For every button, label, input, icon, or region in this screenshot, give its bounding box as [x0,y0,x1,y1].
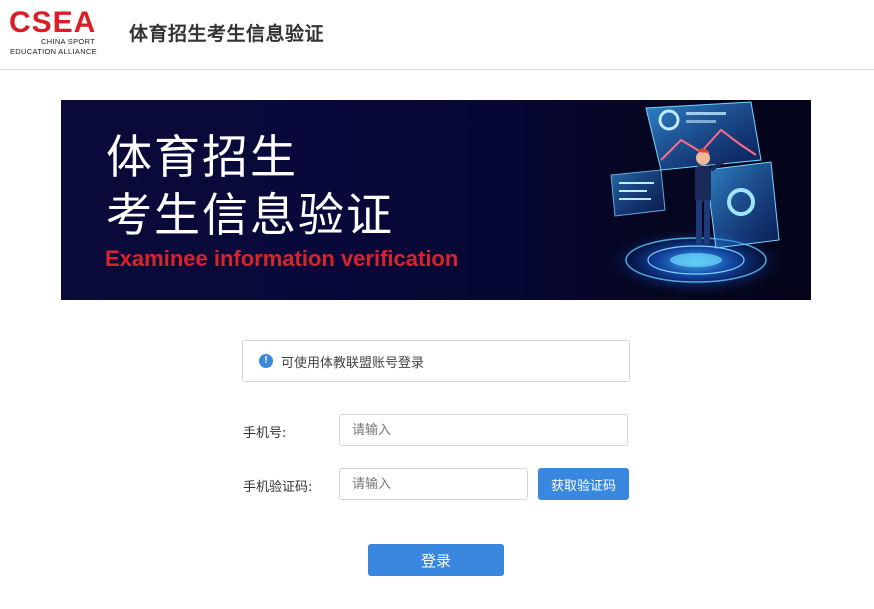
phone-label: 手机号: [243,426,287,441]
banner-title-line1: 体育招生 [106,130,298,184]
page-title: 体育招生考生信息验证 [129,23,325,45]
csea-logo: CSEA CHINA SPORT EDUCATION ALLIANCE [9,8,101,58]
banner-english-subtitle: Examinee information verification [105,246,459,271]
notice-text: 可使用体教联盟账号登录 [281,356,425,371]
page-header: CSEA CHINA SPORT EDUCATION ALLIANCE 体育招生… [0,0,874,70]
banner-illustration [606,101,786,296]
get-code-button[interactable]: 获取验证码 [538,468,629,500]
code-label: 手机验证码: [243,480,313,495]
hero-banner: 体育招生 考生信息验证 Examinee information verific… [61,100,811,300]
login-button[interactable]: 登录 [368,544,504,576]
verification-code-input[interactable] [339,468,528,500]
phone-input[interactable] [339,414,628,446]
logo-subtitle-2: EDUCATION ALLIANCE [10,47,97,56]
info-icon: ! [259,354,273,368]
logo-subtitle-1: CHINA SPORT [41,37,96,46]
logo-mark: CSEA [9,6,97,39]
banner-title-line2: 考生信息验证 [106,188,394,242]
login-notice: ! 可使用体教联盟账号登录 [242,340,630,382]
